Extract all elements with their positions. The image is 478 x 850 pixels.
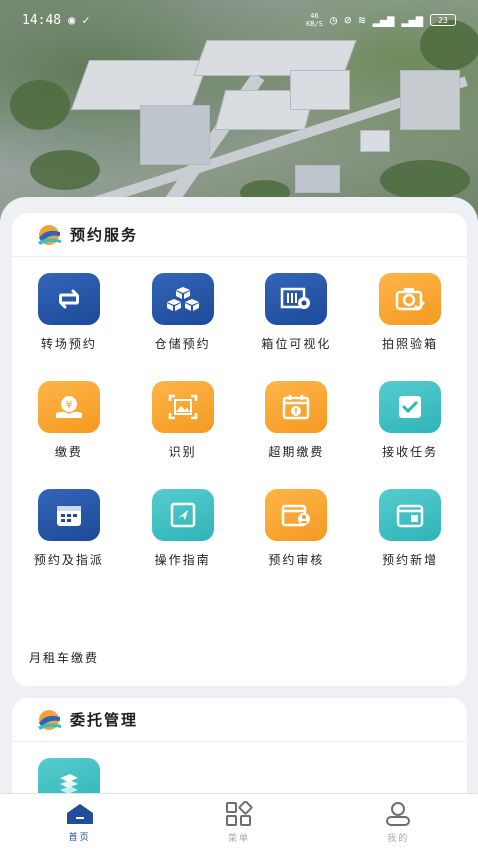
card-header: 预约服务 (12, 213, 467, 257)
battery-icon: 23 (430, 14, 456, 26)
monthly-rental-payment-link[interactable]: 月租车缴费 (29, 649, 99, 666)
service-photo-inspection[interactable]: 拍照验箱 (353, 257, 467, 365)
check-circle-icon: ✓ (82, 13, 90, 27)
overdue-calendar-icon: ! (265, 381, 328, 433)
calendar-user-icon (265, 489, 328, 541)
swap-arrows-icon (37, 273, 100, 325)
task-check-icon (379, 381, 442, 433)
tab-home[interactable]: 首页 (30, 802, 130, 843)
reservation-service-card: 预约服务 转场预约 仓储预约 箱位可视化 拍照验箱 ¥ 缴费 识别 ! 超期缴费… (12, 213, 467, 686)
card-header: 委托管理 (12, 698, 467, 742)
net-speed-value: 46 (310, 12, 319, 20)
service-reservation-add[interactable]: 预约新增 (353, 473, 467, 581)
port-logo-icon (38, 709, 61, 730)
app-notification-icon: ◉ (68, 13, 76, 27)
tile-label: 操作指南 (154, 553, 211, 567)
service-reservation-review[interactable]: 预约审核 (240, 473, 354, 581)
signal-icon: ▂▄▆ (372, 13, 395, 27)
clock-icon: ◷ (329, 13, 338, 27)
bottom-tab-bar: 首页 菜单 我的 (0, 793, 478, 850)
calendar-add-icon (379, 489, 442, 541)
tile-label: 缴费 (54, 445, 83, 459)
tile-label: 预约及指派 (33, 553, 104, 567)
svg-text:!: ! (295, 407, 299, 416)
payment-hand-icon: ¥ (37, 381, 100, 433)
image-scan-icon (151, 381, 214, 433)
service-transfer-reservation[interactable]: 转场预约 (12, 257, 126, 365)
tab-menu[interactable]: 菜单 (189, 800, 289, 844)
service-grid: 转场预约 仓储预约 箱位可视化 拍照验箱 ¥ 缴费 识别 ! 超期缴费 接收任务… (12, 257, 467, 581)
delegate-stack-icon (37, 758, 100, 797)
tile-label: 箱位可视化 (261, 337, 332, 351)
signal-2-icon: ▂▄▆ (401, 13, 423, 27)
status-bar: 14:48 ◉ ✓ 46 KB/S ◷ ⊘ ≋ ▂▄▆ ▂▄▆ 23 (0, 0, 478, 40)
status-time: 14:48 (22, 12, 62, 28)
content-sheet: 预约服务 转场预约 仓储预约 箱位可视化 拍照验箱 ¥ 缴费 识别 ! 超期缴费… (0, 197, 478, 797)
svg-text:¥: ¥ (66, 400, 72, 411)
delegation-management-card: 委托管理 (12, 698, 467, 797)
tab-label: 我的 (387, 833, 410, 844)
delegation-grid (12, 742, 467, 797)
tile-label: 拍照验箱 (382, 337, 439, 351)
guide-send-icon (151, 489, 214, 541)
user-icon (386, 801, 411, 826)
service-reservation-assign[interactable]: 预约及指派 (12, 473, 126, 581)
service-yard-visualization[interactable]: 箱位可视化 (240, 257, 354, 365)
tile-label: 识别 (168, 445, 197, 459)
tile-label: 预约新增 (382, 553, 439, 567)
boxes-icon (151, 273, 214, 325)
card-title: 委托管理 (70, 711, 139, 729)
net-speed: 46 KB/S (306, 12, 323, 28)
service-recognition[interactable]: 识别 (126, 365, 240, 473)
card-title: 预约服务 (70, 226, 139, 244)
mute-icon: ⊘ (344, 13, 352, 27)
tile-label: 预约审核 (268, 553, 325, 567)
home-icon (66, 803, 93, 824)
service-operation-guide[interactable]: 操作指南 (126, 473, 240, 581)
battery-level: 23 (438, 15, 448, 25)
service-warehouse-reservation[interactable]: 仓储预约 (126, 257, 240, 365)
service-overdue-payment[interactable]: ! 超期缴费 (240, 365, 354, 473)
service-receive-task[interactable]: 接收任务 (353, 365, 467, 473)
tab-profile[interactable]: 我的 (348, 801, 448, 844)
tile-label: 仓储预约 (154, 337, 211, 351)
calendar-grid-icon (37, 489, 100, 541)
tab-label: 首页 (68, 832, 91, 843)
container-eye-icon (265, 273, 328, 325)
service-delegation[interactable] (12, 742, 126, 797)
wifi-icon: ≋ (358, 13, 366, 27)
camera-check-icon (379, 273, 442, 325)
net-speed-unit: KB/S (306, 20, 323, 28)
port-logo-icon (38, 224, 61, 245)
menu-grid-icon (225, 800, 253, 826)
tab-label: 菜单 (227, 833, 250, 844)
tile-label: 超期缴费 (268, 445, 325, 459)
tile-label: 转场预约 (40, 337, 97, 351)
tile-label: 接收任务 (382, 445, 439, 459)
service-payment[interactable]: ¥ 缴费 (12, 365, 126, 473)
